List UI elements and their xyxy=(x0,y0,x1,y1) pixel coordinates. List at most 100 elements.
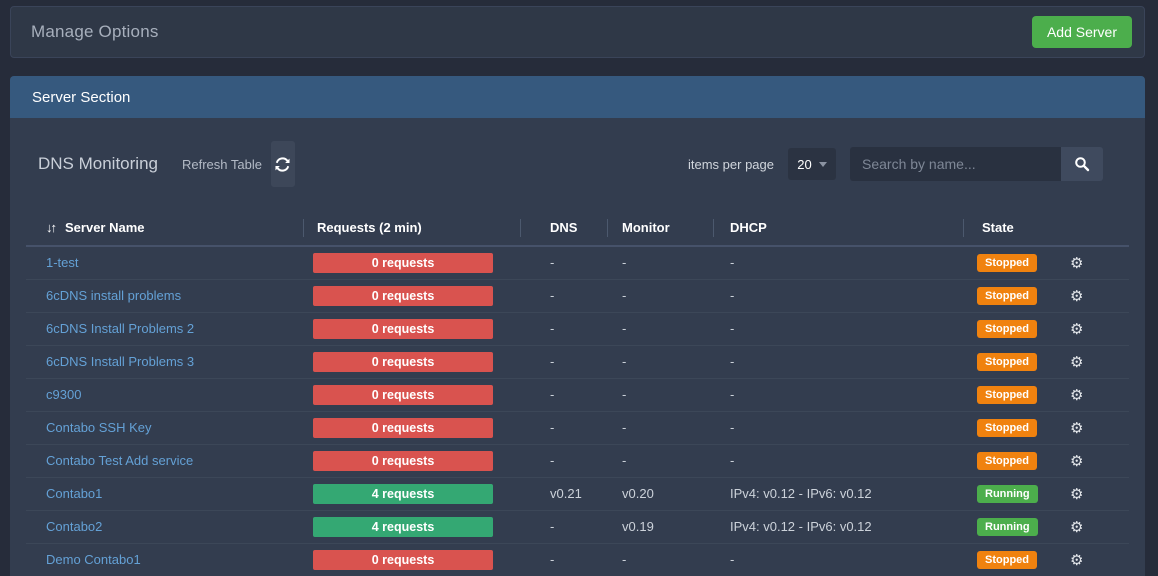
toolbar-right-group: items per page 20 xyxy=(688,147,1103,181)
dns-version-cell: - xyxy=(520,345,607,378)
monitor-version-cell: - xyxy=(607,345,713,378)
monitor-version-cell: - xyxy=(607,246,713,279)
server-name-link[interactable]: 6cDNS Install Problems 3 xyxy=(46,354,194,369)
server-name-link[interactable]: 1-test xyxy=(46,255,79,270)
state-badge: Running xyxy=(977,518,1038,536)
dns-version-cell: - xyxy=(520,543,607,576)
table-row: Contabo2 4 requests - v0.19 IPv4: v0.12 … xyxy=(26,510,1129,543)
monitor-version-cell: - xyxy=(607,378,713,411)
dns-version-cell: - xyxy=(520,378,607,411)
table-header-row: ↓↑Server Name Requests (2 min) DNS Monit… xyxy=(26,210,1129,246)
dhcp-version-cell: IPv4: v0.12 - IPv6: v0.12 xyxy=(713,477,963,510)
server-name-link[interactable]: Contabo1 xyxy=(46,486,102,501)
dns-version-cell: - xyxy=(520,411,607,444)
server-name-link[interactable]: c9300 xyxy=(46,387,81,402)
dhcp-version-cell: IPv4: v0.12 - IPv6: v0.12 xyxy=(713,510,963,543)
requests-badge: 0 requests xyxy=(313,319,493,339)
server-name-link[interactable]: Contabo Test Add service xyxy=(46,453,193,468)
server-name-link[interactable]: Contabo2 xyxy=(46,519,102,534)
table-body: 1-test 0 requests - - - Stopped ⚙ 6cDNS … xyxy=(26,246,1129,576)
requests-badge: 0 requests xyxy=(313,352,493,372)
servers-table: ↓↑Server Name Requests (2 min) DNS Monit… xyxy=(26,210,1129,576)
table-title: DNS Monitoring xyxy=(38,154,158,174)
gear-icon[interactable]: ⚙ xyxy=(1070,354,1083,371)
table-row: Contabo SSH Key 0 requests - - - Stopped… xyxy=(26,411,1129,444)
dns-version-cell: - xyxy=(520,312,607,345)
state-badge: Stopped xyxy=(977,287,1037,305)
monitor-version-cell: - xyxy=(607,444,713,477)
state-badge: Stopped xyxy=(977,419,1037,437)
refresh-table-button[interactable] xyxy=(271,141,295,187)
requests-badge: 0 requests xyxy=(313,451,493,471)
column-header-dns: DNS xyxy=(520,210,607,246)
state-badge: Stopped xyxy=(977,254,1037,272)
gear-icon[interactable]: ⚙ xyxy=(1070,420,1083,437)
gear-icon[interactable]: ⚙ xyxy=(1070,453,1083,470)
dhcp-version-cell: - xyxy=(713,312,963,345)
requests-badge: 0 requests xyxy=(313,418,493,438)
table-row: Contabo Test Add service 0 requests - - … xyxy=(26,444,1129,477)
server-name-link[interactable]: Contabo SSH Key xyxy=(46,420,152,435)
page-title: Manage Options xyxy=(31,22,159,42)
dhcp-version-cell: - xyxy=(713,246,963,279)
monitor-version-cell: - xyxy=(607,279,713,312)
server-name-link[interactable]: 6cDNS install problems xyxy=(46,288,181,303)
gear-icon[interactable]: ⚙ xyxy=(1070,321,1083,338)
monitor-version-cell: - xyxy=(607,543,713,576)
table-toolbar: DNS Monitoring Refresh Table items per p… xyxy=(10,118,1145,210)
requests-badge: 4 requests xyxy=(313,484,493,504)
column-header-server-name[interactable]: ↓↑Server Name xyxy=(26,210,303,246)
table-row: c9300 0 requests - - - Stopped ⚙ xyxy=(26,378,1129,411)
refresh-icon xyxy=(275,157,290,172)
items-per-page-value: 20 xyxy=(797,157,811,172)
chevron-down-icon xyxy=(819,162,827,167)
monitor-version-cell: v0.20 xyxy=(607,477,713,510)
server-section-header: Server Section xyxy=(10,76,1145,118)
requests-badge: 0 requests xyxy=(313,385,493,405)
column-header-actions xyxy=(1070,210,1129,246)
state-badge: Stopped xyxy=(977,320,1037,338)
dns-version-cell: - xyxy=(520,279,607,312)
gear-icon[interactable]: ⚙ xyxy=(1070,255,1083,272)
state-badge: Stopped xyxy=(977,452,1037,470)
refresh-table-label: Refresh Table xyxy=(182,157,262,172)
gear-icon[interactable]: ⚙ xyxy=(1070,552,1083,569)
requests-badge: 4 requests xyxy=(313,517,493,537)
table-row: Demo Contabo1 0 requests - - - Stopped ⚙ xyxy=(26,543,1129,576)
dns-version-cell: - xyxy=(520,510,607,543)
topbar: Manage Options Add Server xyxy=(10,6,1145,58)
table-row: Contabo1 4 requests v0.21 v0.20 IPv4: v0… xyxy=(26,477,1129,510)
server-name-link[interactable]: 6cDNS Install Problems 2 xyxy=(46,321,194,336)
dhcp-version-cell: - xyxy=(713,378,963,411)
requests-badge: 0 requests xyxy=(313,550,493,570)
server-section-panel: Server Section DNS Monitoring Refresh Ta… xyxy=(10,76,1145,576)
state-badge: Stopped xyxy=(977,386,1037,404)
monitor-version-cell: - xyxy=(607,411,713,444)
dns-version-cell: v0.21 xyxy=(520,477,607,510)
dhcp-version-cell: - xyxy=(713,345,963,378)
magnifier-icon xyxy=(1074,156,1090,172)
table-row: 6cDNS Install Problems 3 0 requests - - … xyxy=(26,345,1129,378)
table-row: 6cDNS Install Problems 2 0 requests - - … xyxy=(26,312,1129,345)
column-header-dhcp: DHCP xyxy=(713,210,963,246)
add-server-button[interactable]: Add Server xyxy=(1032,16,1132,48)
column-header-requests: Requests (2 min) xyxy=(303,210,520,246)
items-per-page-select[interactable]: 20 xyxy=(788,148,836,180)
gear-icon[interactable]: ⚙ xyxy=(1070,288,1083,305)
dhcp-version-cell: - xyxy=(713,411,963,444)
items-per-page-label: items per page xyxy=(688,157,774,172)
dns-version-cell: - xyxy=(520,246,607,279)
dhcp-version-cell: - xyxy=(713,444,963,477)
column-header-state: State xyxy=(963,210,1070,246)
gear-icon[interactable]: ⚙ xyxy=(1070,486,1083,503)
table-row: 6cDNS install problems 0 requests - - - … xyxy=(26,279,1129,312)
gear-icon[interactable]: ⚙ xyxy=(1070,519,1083,536)
column-header-monitor: Monitor xyxy=(607,210,713,246)
gear-icon[interactable]: ⚙ xyxy=(1070,387,1083,404)
server-name-link[interactable]: Demo Contabo1 xyxy=(46,552,141,567)
state-badge: Stopped xyxy=(977,551,1037,569)
dhcp-version-cell: - xyxy=(713,543,963,576)
search-input[interactable] xyxy=(850,147,1061,181)
search-button[interactable] xyxy=(1061,147,1103,181)
sort-icon[interactable]: ↓↑ xyxy=(46,220,55,235)
